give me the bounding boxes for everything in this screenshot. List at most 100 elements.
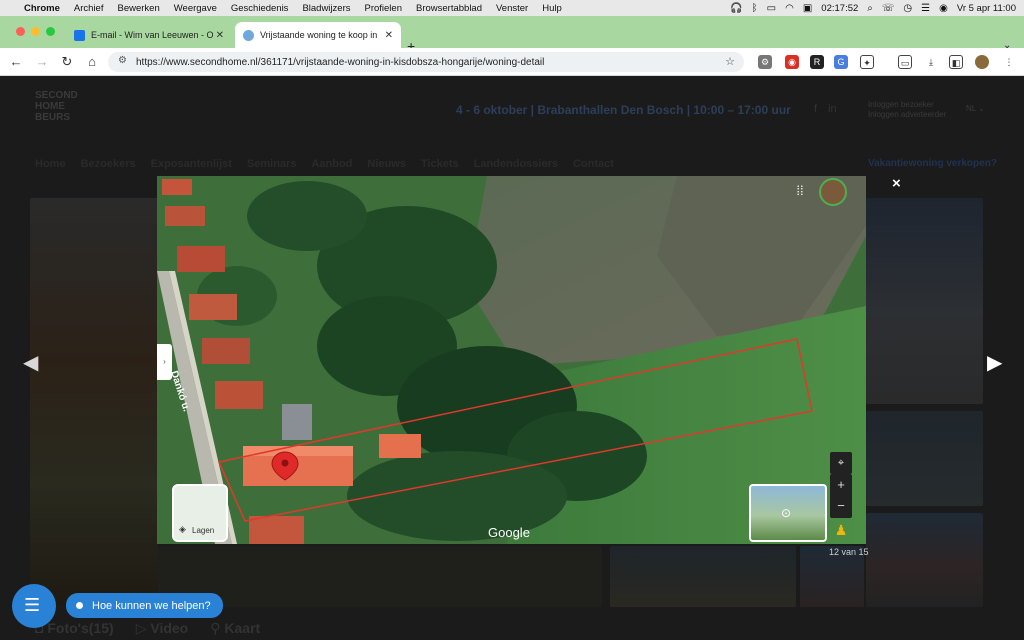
- previous-photo-button[interactable]: ◀: [23, 350, 38, 375]
- help-prompt-text: Hoe kunnen we helpen?: [92, 599, 211, 612]
- profile-avatar[interactable]: [975, 55, 989, 69]
- extension-adblock-icon[interactable]: ◉: [785, 55, 799, 69]
- apps-grid-icon[interactable]: ⁞⁞: [793, 184, 807, 198]
- maximize-window-button[interactable]: [46, 27, 55, 36]
- menu-browsertabblad[interactable]: Browsertabblad: [416, 3, 482, 14]
- menu-bladwijzers[interactable]: Bladwijzers: [302, 3, 350, 14]
- menu-venster[interactable]: Venster: [496, 3, 528, 14]
- logo-line: SECOND: [35, 90, 78, 101]
- menu-geschiedenis[interactable]: Geschiedenis: [231, 3, 289, 14]
- forward-icon[interactable]: →: [34, 54, 50, 69]
- sell-holiday-home-link[interactable]: Vakantiewoning verkopen?: [868, 158, 997, 169]
- menu-weergave[interactable]: Weergave: [174, 3, 217, 14]
- back-icon[interactable]: ←: [8, 54, 24, 69]
- chat-icon: ☰: [24, 595, 41, 615]
- menu-hulp[interactable]: Hulp: [542, 3, 562, 14]
- pegman-icon[interactable]: ♟: [834, 522, 848, 542]
- gallery-thumb-photo[interactable]: [610, 546, 796, 607]
- outlook-icon: [74, 29, 85, 41]
- browser-tab-bar: E-mail - Wim van Leeuwen - O ✕ Vrijstaan…: [0, 16, 1024, 54]
- satellite-map-view[interactable]: Dankó u. Google › ◈ Lagen ⊙ ⌖ + − ♟ ⁞⁞: [157, 176, 866, 544]
- url-text[interactable]: https://www.secondhome.nl/361171/vrijsta…: [136, 57, 544, 68]
- close-icon[interactable]: ✕: [216, 30, 224, 41]
- tab-map-label: Kaart: [224, 620, 261, 636]
- nav-tickets[interactable]: Tickets: [421, 158, 459, 170]
- nav-home[interactable]: Home: [35, 158, 66, 170]
- help-prompt[interactable]: Hoe kunnen we helpen?: [66, 593, 223, 618]
- tab-woning[interactable]: Vrijstaande woning te koop in ✕: [235, 22, 401, 48]
- extension-gear-icon[interactable]: ⚙: [758, 55, 772, 69]
- my-location-icon[interactable]: ⌖: [830, 452, 852, 474]
- menu-app-name[interactable]: Chrome: [24, 3, 60, 14]
- chat-button[interactable]: ☰: [12, 584, 56, 628]
- tab-email[interactable]: E-mail - Wim van Leeuwen - O ✕: [66, 22, 232, 48]
- tab-video[interactable]: ▷ Video: [136, 620, 189, 637]
- bluetooth-icon[interactable]: ᛒ: [752, 3, 758, 14]
- expand-panel-button[interactable]: ›: [157, 344, 172, 380]
- close-lightbox-button[interactable]: ×: [892, 175, 901, 192]
- secondhome-logo[interactable]: SECOND HOME BEURS: [35, 90, 78, 123]
- tab-map[interactable]: ⚲ Kaart: [210, 620, 260, 637]
- menu-archief[interactable]: Archief: [74, 3, 104, 14]
- minimize-window-button[interactable]: [31, 27, 40, 36]
- zoom-out-icon[interactable]: −: [830, 496, 852, 518]
- tab-photos-label: Foto's(15): [47, 620, 114, 636]
- clock-icon[interactable]: ◷: [903, 3, 912, 14]
- siri-icon[interactable]: ◉: [939, 3, 948, 14]
- language-select[interactable]: NL ⌄: [966, 104, 985, 113]
- gallery-thumb-photo[interactable]: [866, 411, 983, 506]
- close-window-button[interactable]: [16, 27, 25, 36]
- layers-button[interactable]: ◈ Lagen: [172, 484, 228, 542]
- control-center-icon[interactable]: ☰: [921, 3, 930, 14]
- map-pin-icon: ⚲: [210, 620, 225, 636]
- facebook-icon[interactable]: f: [814, 103, 817, 115]
- wifi-icon[interactable]: ◠: [785, 3, 794, 14]
- gallery-thumb-photo[interactable]: [866, 198, 983, 404]
- extension-r-icon[interactable]: R: [810, 55, 824, 69]
- reload-icon[interactable]: ↻: [59, 54, 75, 70]
- phone-icon[interactable]: ☏: [882, 3, 895, 14]
- menu-bewerken[interactable]: Bewerken: [117, 3, 159, 14]
- menu-kebab-icon[interactable]: ⋮: [1002, 55, 1016, 69]
- extensions-puzzle-icon[interactable]: ✦: [860, 55, 874, 69]
- nav-nieuws[interactable]: Nieuws: [367, 158, 406, 170]
- battery-icon[interactable]: ▭: [767, 3, 776, 14]
- nav-aanbod[interactable]: Aanbod: [311, 158, 352, 170]
- nav-contact[interactable]: Contact: [573, 158, 614, 170]
- zoom-in-icon[interactable]: +: [830, 474, 852, 496]
- address-bar[interactable]: ⚙ https://www.secondhome.nl/361171/vrijs…: [108, 52, 744, 72]
- photo-counter: 12 van 15: [829, 547, 869, 557]
- nav-landendossiers[interactable]: Landendossiers: [474, 158, 558, 170]
- bookmark-star-icon[interactable]: ☆: [725, 55, 735, 68]
- play-icon: ▷: [135, 620, 151, 636]
- calendar-icon[interactable]: ▣: [803, 3, 812, 14]
- headphones-icon[interactable]: 🎧: [730, 3, 742, 14]
- menu-datetime[interactable]: Vr 5 apr 11:00: [957, 3, 1016, 14]
- nav-seminars[interactable]: Seminars: [247, 158, 297, 170]
- nav-exposantenlijst[interactable]: Exposantenlijst: [151, 158, 232, 170]
- status-area: 🎧 ᛒ ▭ ◠ ▣ 02:17:52 ⌕ ☏ ◷ ☰ ◉ Vr 5 apr 11…: [730, 0, 1016, 16]
- linkedin-icon[interactable]: in: [828, 103, 837, 115]
- gallery-main-photo[interactable]: [30, 198, 158, 606]
- side-panel-icon[interactable]: ◧: [949, 55, 963, 69]
- menu-profielen[interactable]: Profielen: [364, 3, 402, 14]
- layers-icon: ◈: [179, 524, 186, 534]
- nav-bezoekers[interactable]: Bezoekers: [81, 158, 136, 170]
- 360-icon: ⊙: [781, 506, 792, 520]
- login-visitor-link[interactable]: Inloggen bezoeker: [868, 100, 946, 110]
- account-avatar[interactable]: [819, 178, 847, 206]
- timer-readout[interactable]: 02:17:52: [821, 3, 858, 14]
- search-icon[interactable]: ⌕: [867, 3, 873, 14]
- street-view-preview[interactable]: ⊙: [749, 484, 827, 542]
- download-icon[interactable]: ⤓: [924, 55, 938, 69]
- home-icon[interactable]: ⌂: [84, 54, 100, 69]
- extension-translate-icon[interactable]: G: [834, 55, 848, 69]
- logo-line: BEURS: [35, 112, 71, 123]
- next-photo-button[interactable]: ▶: [987, 350, 1002, 375]
- close-icon[interactable]: ✕: [385, 30, 393, 41]
- gallery-thumb-photo[interactable]: [866, 513, 983, 607]
- gallery-main-photo-lower: [158, 546, 602, 607]
- login-advertiser-link[interactable]: Inloggen adverteerder: [868, 110, 946, 120]
- site-info-icon[interactable]: ⚙: [118, 55, 127, 66]
- cast-icon[interactable]: ▭: [898, 55, 912, 69]
